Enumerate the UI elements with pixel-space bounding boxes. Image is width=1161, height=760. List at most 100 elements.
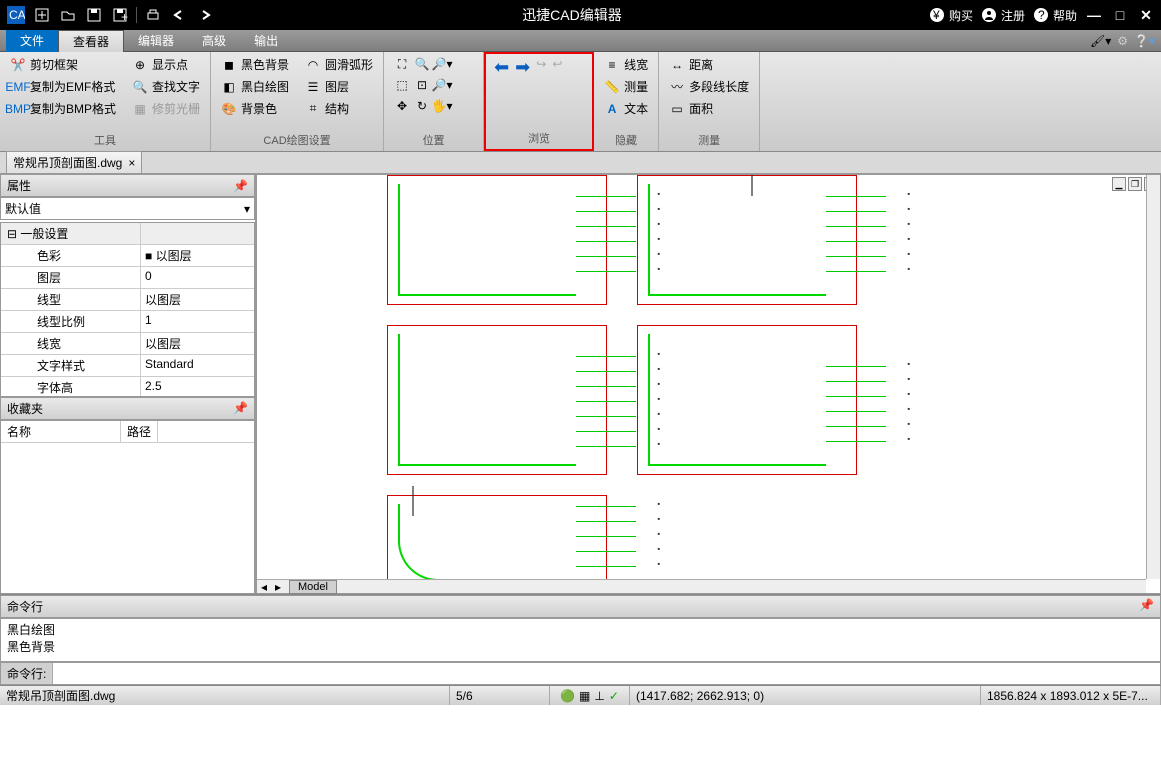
group-label-hide: 隐藏 <box>602 130 650 148</box>
ribbon-group-tools: ✂️剪切框架 EMF复制为EMF格式 BMP复制为BMP格式 ⊕显示点 🔍查找文… <box>0 52 211 151</box>
workspace: 属性📌 默认值▾ ⊟ 一般设置 色彩■ 以图层 图层0 线型以图层 线型比例1 … <box>0 174 1161 594</box>
text-toggle-button[interactable]: A文本 <box>602 99 650 118</box>
quick-access-toolbar: CAD + <box>6 5 215 25</box>
cad-logo-icon[interactable]: CAD <box>6 5 26 25</box>
linewidth-button[interactable]: ≡线宽 <box>602 55 650 74</box>
drawing-canvas[interactable]: ▁ ❐ ✕ <box>256 174 1161 594</box>
buy-link[interactable]: ¥购买 <box>929 7 973 24</box>
bw-draw-button[interactable]: ◧黑白绘图 <box>219 77 291 96</box>
titlebar: CAD + 迅捷CAD编辑器 ¥购买 注册 ?帮助 — □ ✕ <box>0 0 1161 30</box>
show-points-button[interactable]: ⊕显示点 <box>130 55 202 74</box>
file-tab-label: 常规吊顶剖面图.dwg <box>13 154 122 171</box>
ribbon-group-cad: ◼黑色背景 ◧黑白绘图 🎨背景色 ◠圆滑弧形 ☰图层 ⌗结构 CAD绘图设置 <box>211 52 384 151</box>
bg-color-button[interactable]: 🎨背景色 <box>219 99 291 118</box>
group-label-tools: 工具 <box>8 130 202 148</box>
command-area: 命令行📌 黑白绘图 黑色背景 命令行: <box>0 594 1161 685</box>
copy-bmp-button[interactable]: BMP复制为BMP格式 <box>8 99 118 118</box>
menubar: 文件 查看器 编辑器 高级 输出 🖌▾ ⚙ ❔▾ <box>0 30 1161 52</box>
cmd-log[interactable]: 黑白绘图 黑色背景 <box>0 618 1161 662</box>
prev-view-button[interactable]: ⬅ <box>494 57 509 128</box>
nav-b-button[interactable]: ↩ <box>552 57 562 128</box>
ribbon-group-browse: ⬅ ➡ ↪ ↩ 浏览 <box>484 52 594 151</box>
app-title: 迅捷CAD编辑器 <box>215 5 929 25</box>
trim-raster-button: ▦修剪光栅 <box>130 99 202 118</box>
horizontal-scrollbar[interactable]: ◂▸ Model <box>257 579 1146 593</box>
clip-frame-button[interactable]: ✂️剪切框架 <box>8 55 118 74</box>
smooth-arc-button[interactable]: ◠圆滑弧形 <box>303 55 375 74</box>
props-default-select[interactable]: 默认值▾ <box>0 197 255 220</box>
fav-table[interactable]: 名称路径 <box>0 420 255 595</box>
style-icon[interactable]: 🖌▾ <box>1090 34 1111 48</box>
help-link[interactable]: ?帮助 <box>1033 7 1077 24</box>
snap-icon[interactable]: 🟢 <box>560 689 575 703</box>
pin-icon[interactable]: 📌 <box>233 179 248 193</box>
area-button[interactable]: ▭面积 <box>667 99 751 118</box>
redo-icon[interactable] <box>195 5 215 25</box>
status-page: 5/6 <box>450 686 550 705</box>
menu-viewer[interactable]: 查看器 <box>58 30 124 52</box>
maximize-button[interactable]: □ <box>1111 6 1129 24</box>
status-file: 常规吊顶剖面图.dwg <box>0 686 450 705</box>
ribbon-group-measure: ↔距离 〰多段线长度 ▭面积 测量 <box>659 52 760 151</box>
undo-icon[interactable] <box>169 5 189 25</box>
find-text-button[interactable]: 🔍查找文字 <box>130 77 202 96</box>
minimize-button[interactable]: — <box>1085 6 1103 24</box>
ortho-icon[interactable]: ⊥ <box>594 689 604 703</box>
black-bg-button[interactable]: ◼黑色背景 <box>219 55 291 74</box>
ribbon-group-hide: ≡线宽 📏测量 A文本 隐藏 <box>594 52 659 151</box>
menu-file[interactable]: 文件 <box>6 30 58 52</box>
cmd-input[interactable] <box>53 663 1160 684</box>
file-tab-close-icon[interactable]: × <box>128 156 135 170</box>
cmd-prompt-label: 命令行: <box>1 663 53 684</box>
svg-text:+: + <box>121 10 128 23</box>
group-label-cad: CAD绘图设置 <box>219 130 375 148</box>
register-link[interactable]: 注册 <box>981 7 1025 24</box>
grid-icon[interactable]: ▦ <box>579 689 590 703</box>
nav-a-button[interactable]: ↪ <box>536 57 546 128</box>
file-tabs: 常规吊顶剖面图.dwg × <box>0 152 1161 174</box>
vertical-scrollbar[interactable] <box>1146 175 1160 579</box>
pin-icon[interactable]: 📌 <box>233 401 248 415</box>
statusbar: 常规吊顶剖面图.dwg 5/6 🟢 ▦ ⊥ ✓ (1417.682; 2662.… <box>0 685 1161 705</box>
distance-button[interactable]: ↔距离 <box>667 55 751 74</box>
props-table[interactable]: ⊟ 一般设置 色彩■ 以图层 图层0 线型以图层 线型比例1 线宽以图层 文字样… <box>0 222 255 397</box>
menu-advanced[interactable]: 高级 <box>188 30 240 52</box>
svg-text:¥: ¥ <box>932 8 940 22</box>
saveas-icon[interactable]: + <box>110 5 130 25</box>
help-ribbon-icon[interactable]: ❔▾ <box>1134 34 1155 48</box>
pin-icon[interactable]: 📌 <box>1139 598 1154 615</box>
polyline-length-button[interactable]: 〰多段线长度 <box>667 77 751 96</box>
status-dimensions: 1856.824 x 1893.012 x 5E-7... <box>981 686 1161 705</box>
status-icons: 🟢 ▦ ⊥ ✓ <box>550 686 630 705</box>
close-button[interactable]: ✕ <box>1137 6 1155 24</box>
fit-button[interactable]: ⛶🔍🔎▾ <box>392 55 452 73</box>
open-icon[interactable] <box>58 5 78 25</box>
group-label-browse: 浏览 <box>494 128 584 146</box>
file-tab-active[interactable]: 常规吊顶剖面图.dwg × <box>6 151 142 174</box>
ribbon: ✂️剪切框架 EMF复制为EMF格式 BMP复制为BMP格式 ⊕显示点 🔍查找文… <box>0 52 1161 152</box>
svg-text:?: ? <box>1038 8 1045 22</box>
layers-button[interactable]: ☰图层 <box>303 77 375 96</box>
layout-tab-model[interactable]: Model <box>289 580 337 594</box>
svg-text:CAD: CAD <box>9 8 25 22</box>
extent-button[interactable]: ⬚⊡🔎▾ <box>392 76 452 94</box>
menu-editor[interactable]: 编辑器 <box>124 30 188 52</box>
pan-mode-button[interactable]: ✥↻🖐▾ <box>392 97 452 115</box>
copy-emf-button[interactable]: EMF复制为EMF格式 <box>8 77 118 96</box>
next-view-button[interactable]: ➡ <box>515 57 530 128</box>
group-label-position: 位置 <box>392 130 475 148</box>
status-coords: (1417.682; 2662.913; 0) <box>630 686 981 705</box>
settings-icon[interactable]: ⚙ <box>1117 34 1128 48</box>
print-icon[interactable] <box>143 5 163 25</box>
new-icon[interactable] <box>32 5 52 25</box>
structure-button[interactable]: ⌗结构 <box>303 99 375 118</box>
measure-toggle-button[interactable]: 📏测量 <box>602 77 650 96</box>
cmd-input-row: 命令行: <box>0 662 1161 685</box>
save-icon[interactable] <box>84 5 104 25</box>
chevron-down-icon: ▾ <box>244 202 250 216</box>
polar-icon[interactable]: ✓ <box>609 689 619 703</box>
fav-panel-title: 收藏夹📌 <box>0 397 255 420</box>
menu-output[interactable]: 输出 <box>240 30 292 52</box>
cmd-title: 命令行📌 <box>0 595 1161 618</box>
props-panel-title: 属性📌 <box>0 174 255 197</box>
